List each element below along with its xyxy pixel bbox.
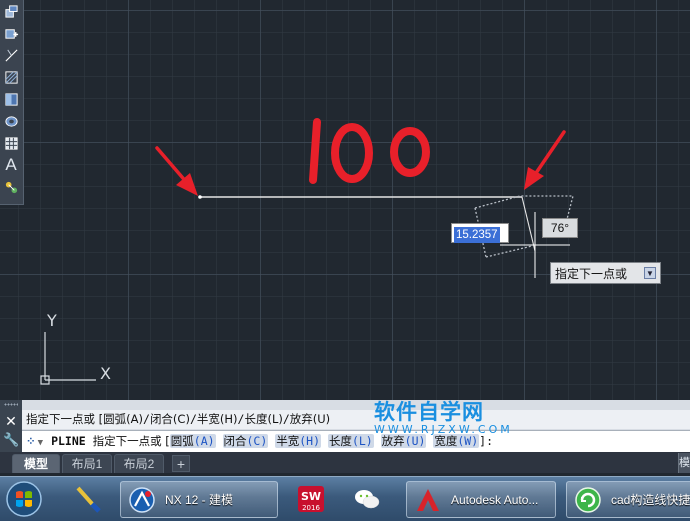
add-layout-button[interactable]: + — [172, 455, 190, 472]
command-prompt-icon: ⁘ — [26, 434, 36, 448]
recent-commands-caret-icon[interactable]: ▼ — [38, 438, 43, 448]
command-line-panel: ✕ 🔧 指定下一点或 [圆弧(A)/闭合(C)/半宽(H)/长度(L)/放弃(U… — [0, 400, 690, 452]
taskbar-nx12-label: NX 12 - 建模 — [165, 493, 234, 507]
red-arrow-right — [524, 130, 566, 190]
dimension-dotted-base — [485, 245, 533, 258]
brush-icon — [76, 486, 101, 513]
svg-text:2016: 2016 — [302, 504, 320, 512]
ucs-icon — [40, 332, 96, 385]
command-prompt-text: 指定下一点或 [ — [92, 434, 170, 448]
nx-icon — [129, 487, 155, 513]
taskbar-nx12[interactable]: NX 12 - 建模 — [120, 481, 278, 518]
tab-layout2[interactable]: 布局2 — [114, 454, 164, 473]
red-arrow-left — [155, 146, 198, 196]
table-icon[interactable] — [0, 132, 22, 154]
dynamic-prompt-tooltip[interactable]: 指定下一点或 ▼ — [550, 262, 661, 284]
dynamic-length-input[interactable]: 15.2357 — [451, 223, 509, 243]
hatch-icon[interactable] — [0, 66, 22, 88]
command-panel-grip[interactable] — [0, 400, 22, 410]
command-history-line: 指定下一点或 [圆弧(A)/闭合(C)/半宽(H)/长度(L)/放弃(U) — [22, 410, 690, 429]
tab-layout1[interactable]: 布局1 — [62, 454, 112, 473]
svg-text:SW: SW — [301, 490, 321, 503]
region-icon[interactable] — [0, 110, 22, 132]
command-input-line[interactable]: ⁘ ▼ PLINE 指定下一点或 [圆弧(A) 闭合(C) 半宽(H) 长度(L) … — [22, 430, 690, 452]
rubber-band-line — [521, 196, 536, 252]
close-icon[interactable]: ✕ — [3, 413, 19, 429]
taskbar-browser[interactable]: cad构造线快捷 — [566, 481, 690, 518]
autocad-icon — [417, 489, 439, 511]
handwritten-100-annotation — [309, 118, 430, 184]
drawing-overlay: X Y — [40, 118, 574, 385]
command-name: PLINE — [51, 434, 86, 448]
wrench-icon[interactable]: 🔧 — [3, 432, 19, 448]
gradient-icon[interactable] — [0, 88, 22, 110]
option-close[interactable]: 闭合(C) — [222, 434, 269, 448]
options-dropdown-icon[interactable]: ▼ — [644, 267, 656, 279]
multiline-text-icon[interactable]: A — [0, 154, 22, 176]
add-selected-icon[interactable] — [0, 176, 22, 198]
layout-tabs-bar: 模型 布局1 布局2 + — [0, 452, 690, 473]
option-undo[interactable]: 放弃(U) — [380, 434, 427, 448]
option-halfwidth[interactable]: 半宽(H) — [275, 434, 321, 448]
taskbar-browser-label: cad构造线快捷 — [611, 493, 690, 507]
ucs-y-label: Y — [46, 311, 57, 330]
dynamic-length-value: 15.2357 — [454, 227, 500, 243]
option-width[interactable]: 宽度(W) — [433, 434, 480, 448]
ucs-x-label: X — [100, 364, 111, 383]
taskbar-autocad[interactable]: Autodesk Auto... — [406, 481, 556, 518]
model-space-toggle[interactable]: 模 — [678, 453, 690, 473]
taskbar-solidworks[interactable]: SW 2016 — [290, 481, 338, 518]
point-icon[interactable] — [0, 44, 22, 66]
polyline-start-point — [198, 195, 202, 199]
dynamic-prompt-text: 指定下一点或 — [555, 266, 628, 281]
tab-model[interactable]: 模型 — [12, 454, 60, 473]
taskbar-pinned-brush[interactable] — [66, 481, 114, 518]
dynamic-angle-field[interactable]: 76° — [542, 218, 578, 238]
taskbar-autocad-label: Autodesk Auto... — [451, 493, 539, 507]
solidworks-icon: SW2016 — [298, 486, 324, 512]
autocad-window: X Y A 15.2357 76° 指定下一点或 ▼ ✕ 🔧 指定下一点或 [圆… — [0, 0, 690, 521]
command-side-bar: ✕ 🔧 — [0, 410, 22, 452]
browser-icon — [575, 487, 601, 513]
windows-taskbar: NX 12 - 建模 SW 2016 Autodesk Auto... cad构造… — [0, 476, 690, 521]
taskbar-wechat[interactable] — [346, 481, 394, 518]
option-arc[interactable]: 圆弧(A) — [169, 434, 216, 448]
option-length[interactable]: 长度(L) — [327, 434, 374, 448]
create-block-icon[interactable] — [0, 22, 22, 44]
wechat-icon — [355, 490, 380, 509]
draw-toolbar: A — [0, 0, 24, 205]
windows-start-icon[interactable] — [2, 479, 46, 519]
insert-block-icon[interactable] — [0, 0, 22, 22]
